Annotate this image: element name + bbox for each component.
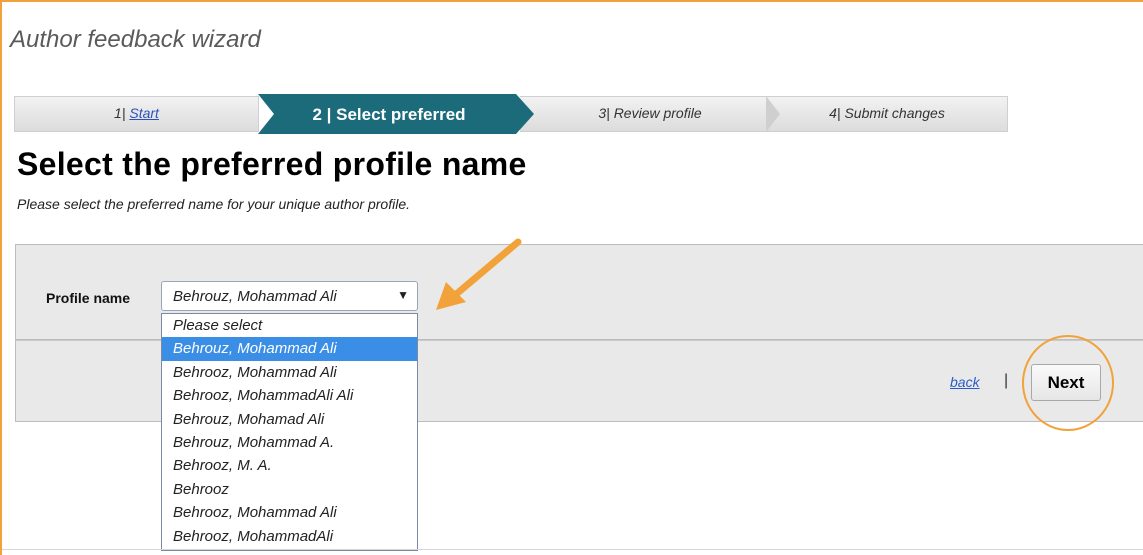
step-submit-changes: 4| Submit changes — [766, 96, 1008, 132]
dropdown-option[interactable]: Please select — [162, 314, 417, 337]
step-chevron — [766, 96, 780, 132]
dropdown-option[interactable]: Behrouz, Mohammad A. — [162, 431, 417, 454]
dropdown-option[interactable]: Behrooz, MohammadAli Ali — [162, 384, 417, 407]
arrow-icon — [436, 238, 522, 310]
select-value: Behrouz, Mohammad Ali — [173, 288, 337, 305]
separator: | — [1004, 372, 1009, 389]
wizard-steps: 1| Start 3| Review profile 4| Submit cha… — [14, 94, 1014, 134]
profile-name-options: Please select Behrouz, Mohammad Ali Behr… — [161, 313, 418, 551]
dropdown-option[interactable]: Behrooz — [162, 478, 417, 501]
step-label: 4| Submit changes — [829, 105, 945, 121]
wizard-title: Author feedback wizard — [10, 26, 261, 53]
page-title: Select the preferred profile name — [17, 146, 527, 182]
step-review-profile: 3| Review profile — [520, 96, 780, 132]
caret-down-icon: ▼ — [397, 288, 409, 302]
profile-name-label: Profile name — [46, 290, 131, 306]
divider — [2, 549, 1143, 550]
dropdown-option[interactable]: Behrooz, M. A. — [162, 454, 417, 477]
dropdown-option[interactable]: Behrooz, Mohammad Ali — [162, 501, 417, 524]
dropdown-option[interactable]: Behrouz, Mohammad Ali — [162, 337, 417, 361]
step-label: 2 | Select preferred — [312, 105, 466, 124]
step-label: 3| Review profile — [598, 105, 702, 121]
profile-name-select[interactable]: Behrouz, Mohammad Ali ▼ — [161, 281, 418, 311]
step-start-link[interactable]: Start — [129, 105, 159, 121]
step-number: 1| — [114, 105, 130, 121]
dropdown-option[interactable]: Behrouz, Mohamad Ali — [162, 408, 417, 431]
step-start: 1| Start — [14, 96, 259, 132]
page-subtitle: Please select the preferred name for you… — [17, 196, 411, 212]
next-button[interactable]: Next — [1031, 364, 1101, 401]
dropdown-option[interactable]: Behrooz, MohammadAli — [162, 525, 417, 548]
dropdown-option[interactable]: Behrooz, Mohammad Ali — [162, 361, 417, 384]
step-select-preferred: 2 | Select preferred — [258, 94, 534, 134]
back-link[interactable]: back — [950, 374, 980, 390]
